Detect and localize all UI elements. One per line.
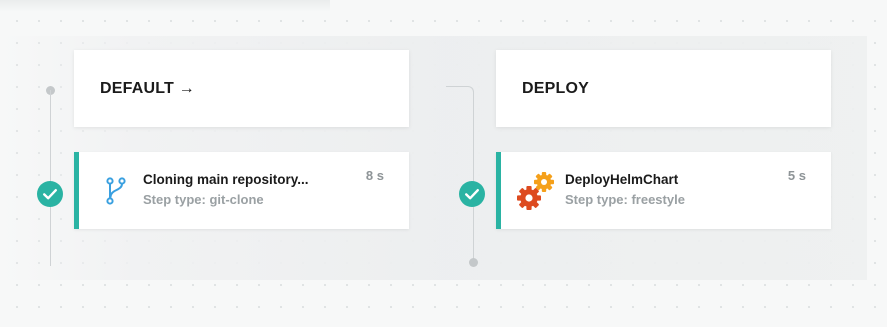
step-title: DeployHelmChart (565, 172, 679, 187)
step-type: Step type: freestyle (565, 192, 685, 207)
step-duration: 5 s (787, 168, 806, 183)
timeline-end-dot (469, 258, 478, 267)
success-check-icon (459, 181, 485, 207)
step-type: Step type: git-clone (143, 192, 264, 207)
git-branch-icon (106, 177, 126, 205)
step-card-deploy[interactable]: DeployHelmChart Step type: freestyle 5 s (496, 152, 831, 229)
timeline-line (50, 90, 51, 266)
gears-icon (517, 172, 554, 210)
stage-title: DEFAULT → (100, 79, 195, 97)
stage-header-deploy[interactable]: DEPLOY (496, 50, 831, 127)
stage-header-default[interactable]: DEFAULT → (74, 50, 409, 127)
step-card-clone[interactable]: Cloning main repository... Step type: gi… (74, 152, 409, 229)
success-check-icon (37, 181, 63, 207)
stage-title: DEPLOY (522, 79, 589, 97)
stage-connector (446, 86, 474, 126)
step-duration: 8 s (365, 168, 384, 183)
step-title: Cloning main repository... (143, 172, 309, 187)
top-shadow (0, 0, 330, 12)
